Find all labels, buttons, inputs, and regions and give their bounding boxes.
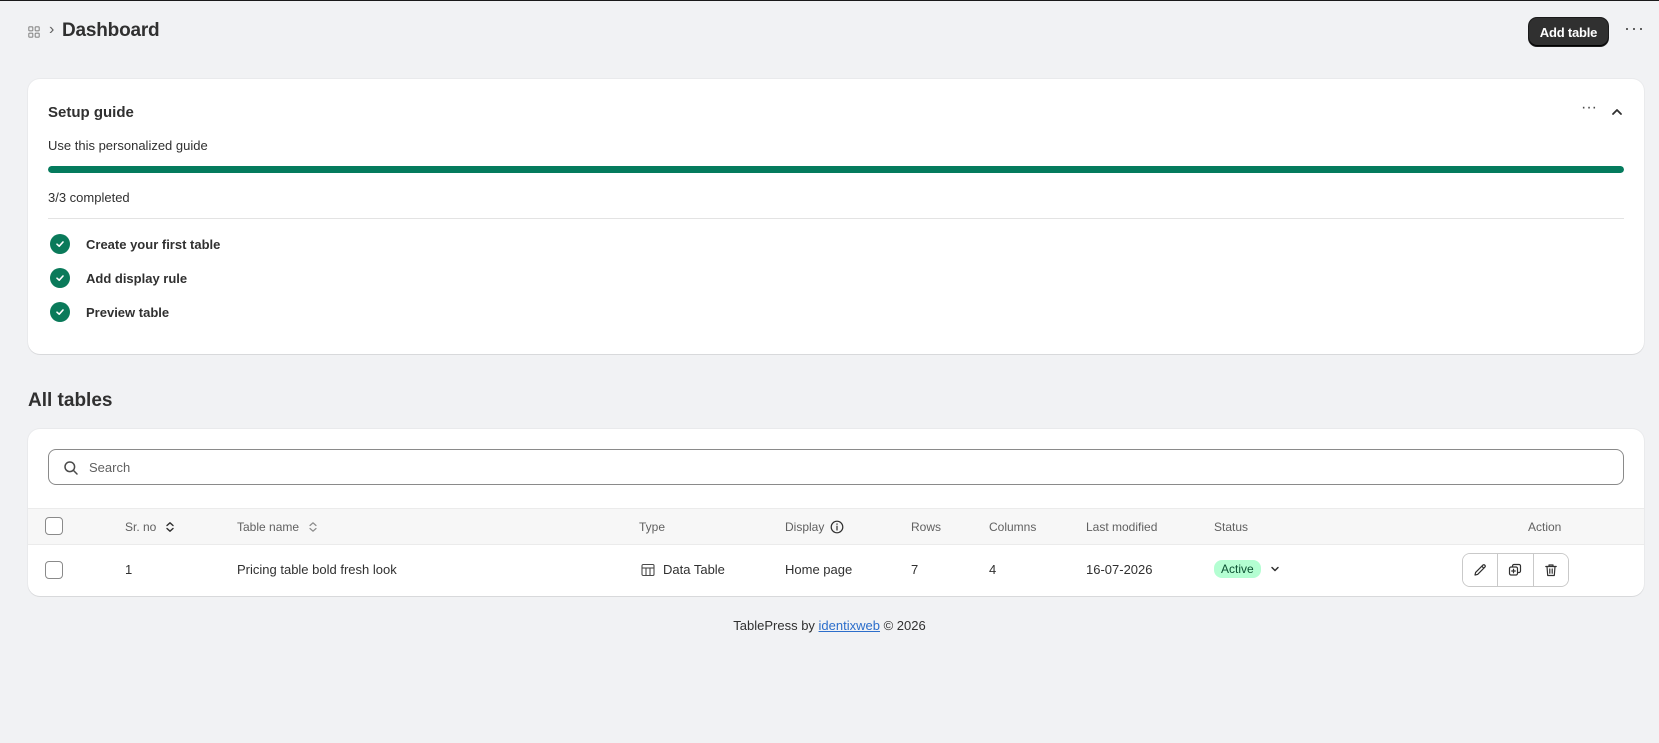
- cell-last-modified: 16-07-2026: [1086, 562, 1153, 577]
- search-input[interactable]: [89, 450, 1609, 484]
- column-header-rows: Rows: [911, 520, 942, 534]
- delete-button[interactable]: [1533, 554, 1568, 586]
- column-header-display: Display: [785, 520, 844, 534]
- setup-guide-title: Setup guide: [48, 104, 134, 121]
- column-header-last-modified: Last modified: [1086, 520, 1158, 534]
- cell-rows: 7: [911, 562, 919, 577]
- status-badge: Active: [1214, 560, 1261, 578]
- setup-guide-subtitle: Use this personalized guide: [48, 138, 208, 153]
- setup-step[interactable]: Create your first table: [48, 233, 220, 255]
- duplicate-icon: [1509, 563, 1522, 576]
- divider: [48, 218, 1624, 219]
- cell-sr-no: 1: [125, 562, 133, 577]
- footer-link[interactable]: identixweb: [819, 618, 880, 633]
- info-icon[interactable]: [830, 520, 844, 534]
- add-table-button[interactable]: Add table: [1529, 18, 1608, 46]
- cell-columns: 4: [989, 562, 997, 577]
- setup-more-icon[interactable]: ···: [1578, 100, 1600, 121]
- column-header-table-name[interactable]: Table name: [237, 520, 319, 534]
- row-checkbox[interactable]: [45, 561, 63, 579]
- table-icon: [641, 563, 655, 576]
- column-header-sr-no[interactable]: Sr. no: [125, 520, 176, 534]
- cell-type: Data Table: [641, 562, 725, 577]
- sort-icon[interactable]: [307, 521, 319, 533]
- setup-progress-text: 3/3 completed: [48, 190, 130, 205]
- setup-progress-bar: [48, 166, 1624, 173]
- check-circle-icon: [50, 268, 70, 288]
- cell-status[interactable]: Active: [1214, 560, 1281, 578]
- more-actions-icon[interactable]: ···: [1624, 19, 1644, 41]
- breadcrumb-separator: ›: [49, 21, 55, 38]
- select-all-checkbox[interactable]: [45, 517, 63, 535]
- footer-prefix: TablePress by: [733, 618, 819, 633]
- column-header-columns: Columns: [989, 520, 1037, 534]
- section-title: All tables: [28, 390, 113, 411]
- apps-icon[interactable]: [28, 26, 40, 38]
- page-title: Dashboard: [62, 20, 160, 41]
- setup-step-label: Preview table: [86, 304, 170, 320]
- search-icon: [64, 461, 78, 475]
- check-circle-icon: [50, 302, 70, 322]
- search-box: [48, 449, 1624, 485]
- chevron-up-icon[interactable]: [1608, 103, 1626, 121]
- table-header: Sr. no Table name Type Display Rows Colu…: [28, 508, 1644, 545]
- footer: TablePress by identixweb © 2026: [0, 618, 1659, 633]
- column-header-status: Status: [1214, 520, 1249, 534]
- sort-icon[interactable]: [164, 521, 176, 533]
- row-actions: [1462, 553, 1569, 587]
- setup-guide-card: Setup guide ··· Use this personalized gu…: [28, 79, 1644, 354]
- trash-icon: [1545, 564, 1557, 577]
- pencil-icon: [1474, 564, 1486, 576]
- duplicate-button[interactable]: [1498, 554, 1534, 586]
- chevron-down-icon[interactable]: [1269, 563, 1281, 575]
- setup-step-label: Add display rule: [86, 270, 188, 286]
- setup-step[interactable]: Preview table: [48, 301, 169, 323]
- tables-card: Sr. no Table name Type Display Rows Colu…: [28, 429, 1644, 596]
- column-header-action: Action: [1528, 520, 1562, 534]
- setup-step-label: Create your first table: [86, 236, 221, 252]
- footer-suffix: © 2026: [879, 618, 926, 633]
- cell-table-name[interactable]: Pricing table bold fresh look: [237, 562, 397, 577]
- table-row[interactable]: 1 Pricing table bold fresh look Data Tab…: [28, 545, 1644, 596]
- column-header-type: Type: [639, 520, 666, 534]
- setup-progress-fill: [48, 166, 1624, 173]
- cell-display: Home page: [785, 562, 853, 577]
- top-bar: › Dashboard Add table ···: [0, 1, 1659, 61]
- setup-step[interactable]: Add display rule: [48, 267, 187, 289]
- check-circle-icon: [50, 234, 70, 254]
- edit-button[interactable]: [1463, 554, 1499, 586]
